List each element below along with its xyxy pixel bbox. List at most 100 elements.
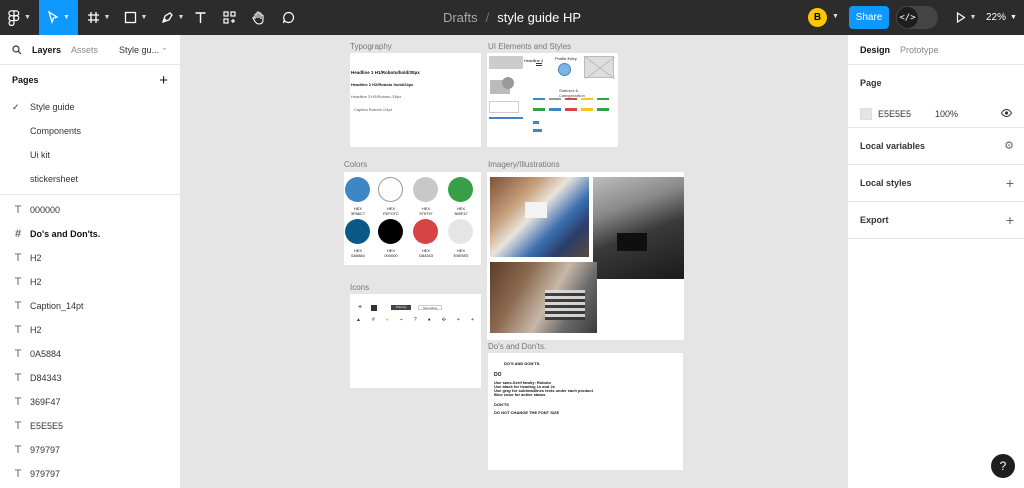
pen-tool-icon[interactable]: ▼ [154, 0, 191, 35]
frame-label-colors[interactable]: Colors [344, 160, 367, 169]
square-icon [371, 305, 377, 311]
bell-icon: ▲ [356, 317, 361, 323]
frame-label-ui-elements[interactable]: UI Elements and Styles [488, 42, 571, 51]
page-selector[interactable]: Style gu... ⌃ [119, 45, 167, 55]
page-item-stickersheet[interactable]: stickersheet [0, 167, 180, 191]
layer-label: 979797 [30, 445, 61, 455]
page-selector-label: Style gu... [119, 45, 160, 55]
add-export-icon[interactable]: + [1006, 212, 1014, 228]
gear-icon: ✣ [441, 317, 446, 323]
check-icon: ✓ [12, 101, 20, 112]
frame-imagery[interactable] [487, 172, 684, 340]
shape-tool-icon[interactable]: ▼ [117, 0, 154, 35]
frame-label-imagery[interactable]: Imagery/Illustrations [488, 160, 560, 169]
dev-mode-toggle[interactable]: </> [896, 6, 938, 29]
layer-row[interactable]: T Caption_14pt [0, 294, 180, 318]
typography-caption: Caption Roboto /14pt [354, 107, 392, 112]
layer-row[interactable]: T D84343 [0, 366, 180, 390]
local-variables-section[interactable]: Local variables ⚙ [848, 128, 1024, 165]
add-style-icon[interactable]: + [1006, 175, 1014, 191]
secondary-sample-label: Secondary [423, 306, 438, 310]
color-swatch [345, 219, 370, 244]
frame-ui-elements[interactable]: Headline 4 Profile Entry Statuses & Cate… [487, 53, 618, 147]
frame-label-dos[interactable]: Do's and Don'ts. [488, 342, 546, 351]
layer-row[interactable]: T 979797 [0, 438, 180, 462]
add-page-icon[interactable]: + [159, 72, 168, 89]
tab-design[interactable]: Design [860, 45, 890, 55]
layer-row[interactable]: T H2 [0, 270, 180, 294]
layer-label: Do's and Don'ts. [30, 229, 101, 239]
hex-label: HEX FEFCFC [376, 206, 406, 216]
text-layer-icon: T [14, 396, 22, 408]
hex-value: 369F47 [454, 211, 468, 216]
resources-icon[interactable] [220, 0, 238, 35]
layer-row[interactable]: T 979797 [0, 462, 180, 486]
frame-dos-and-donts[interactable]: DO'S AND DON'TS. DO Use sans-Serif famil… [488, 353, 683, 470]
text-layer-icon: T [14, 348, 22, 360]
color-swatch [378, 177, 403, 202]
layer-row[interactable]: # Do's and Don'ts. [0, 222, 180, 246]
layer-row[interactable]: T H2 [0, 246, 180, 270]
share-button[interactable]: Share [849, 6, 889, 29]
frame-icons[interactable]: + Primary Secondary ▲ # ● ⌁? ● ✣ + + [350, 294, 481, 388]
hex-value: 979797 [419, 211, 433, 216]
tab-layers[interactable]: Layers [32, 45, 61, 55]
layer-label: 0A5884 [30, 349, 62, 359]
figma-menu-icon[interactable]: ▼ [0, 0, 39, 35]
file-name[interactable]: style guide HP [497, 10, 581, 25]
pin-icon: ⌁ [399, 317, 403, 323]
page-item-components[interactable]: Components [0, 119, 180, 143]
text-layer-icon: T [14, 300, 22, 312]
hand-tool-icon[interactable] [249, 0, 267, 35]
page-item-ui-kit[interactable]: Ui kit [0, 143, 180, 167]
page-item-style-guide[interactable]: ✓ Style guide [0, 95, 180, 119]
frame-colors[interactable]: HEX 3F86C7 HEX FEFCFC HEX 979797 HEX 369F47 … [344, 172, 481, 265]
add-icon: + [470, 317, 474, 323]
page-opacity-value[interactable]: 100% [935, 109, 958, 119]
design-canvas[interactable]: Typography Headline 1 H1/Roboto/bold/30p… [181, 35, 847, 488]
color-swatch [413, 219, 438, 244]
typography-h3: Headline 3 H3/Roboto /18px [351, 94, 402, 99]
frame-typography[interactable]: Headline 1 H1/Roboto/bold/30px Headline … [350, 53, 481, 147]
local-styles-section[interactable]: Local styles + [848, 165, 1024, 202]
present-button[interactable]: ▼ [952, 0, 980, 35]
frame-label-icons[interactable]: Icons [350, 283, 369, 292]
chevron-down-icon[interactable]: ▼ [832, 13, 839, 20]
ui-header-block [489, 56, 523, 69]
pages-title: Pages [12, 75, 39, 85]
right-panel-tabs: Design Prototype [848, 35, 1024, 65]
eye-icon[interactable] [1000, 108, 1013, 120]
page-color-value[interactable]: E5E5E5 [878, 109, 911, 119]
layer-row[interactable]: T H2 [0, 318, 180, 342]
layer-row[interactable]: T 0A5884 [0, 342, 180, 366]
zoom-level: 22% [986, 12, 1007, 23]
variables-settings-icon[interactable]: ⚙ [1004, 139, 1014, 152]
plus-icon: + [457, 317, 460, 323]
avatar[interactable]: B [808, 8, 827, 27]
color-swatch [448, 177, 473, 202]
layer-row[interactable]: T 000000 [0, 198, 180, 222]
layer-row[interactable]: T 369F47 [0, 390, 180, 414]
icon-row: ▲ # ● ⌁? ● ✣ + + [356, 317, 474, 323]
comment-icon[interactable] [279, 0, 297, 35]
breadcrumb-drafts[interactable]: Drafts [443, 10, 478, 25]
ui-link-line [489, 117, 523, 119]
text-tool-icon[interactable] [191, 0, 209, 35]
layer-row[interactable]: T E5E5E5 [0, 414, 180, 438]
tab-assets[interactable]: Assets [71, 45, 98, 55]
search-icon[interactable] [12, 44, 22, 55]
hamburger-icon [536, 63, 542, 66]
page-color-swatch[interactable] [860, 108, 872, 120]
tab-prototype[interactable]: Prototype [900, 45, 939, 55]
export-section[interactable]: Export + [848, 202, 1024, 239]
local-variables-title: Local variables [860, 141, 926, 151]
zoom-control[interactable]: 22% ▼ [986, 0, 1017, 35]
hex-label: HEX 000000 [376, 248, 406, 258]
frame-label-typography[interactable]: Typography [350, 42, 392, 51]
frame-tool-icon[interactable]: ▼ [80, 0, 117, 35]
layers-panel: Layers Assets Style gu... ⌃ Pages + ✓ St… [0, 35, 181, 488]
typography-h1: Headline 1 H1/Roboto/bold/30px [351, 70, 420, 75]
help-button[interactable]: ? [991, 454, 1015, 478]
move-tool-icon[interactable]: ▼ [39, 0, 78, 35]
page-color-row[interactable]: E5E5E5 100% [860, 101, 1013, 127]
